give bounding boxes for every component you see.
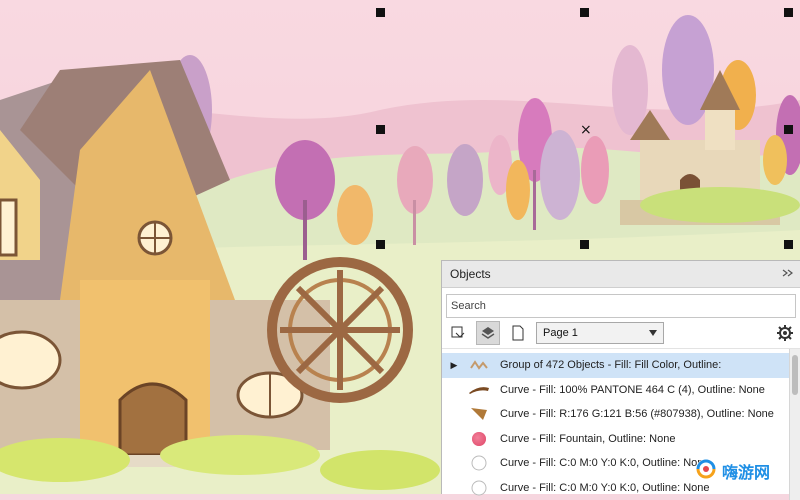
- selection-handle-middle-right[interactable]: [784, 125, 793, 134]
- list-item[interactable]: Curve - Fill: R:176 G:121 B:56 (#807938)…: [442, 402, 800, 427]
- gear-icon[interactable]: [774, 322, 796, 344]
- white-circle-thumb-icon: [466, 454, 492, 472]
- chevron-down-icon: [649, 327, 657, 339]
- pink-circle-thumb-icon: [466, 430, 492, 448]
- selection-handle-top-left[interactable]: [376, 8, 385, 17]
- page-dropdown-value: Page 1: [543, 327, 578, 339]
- scrollbar-thumb[interactable]: [792, 355, 798, 395]
- page-dropdown[interactable]: Page 1: [536, 322, 664, 344]
- group-thumb-icon: [466, 356, 492, 374]
- list-item-label: Curve - Fill: Fountain, Outline: None: [500, 433, 675, 445]
- white-circle-thumb-icon: [466, 479, 492, 497]
- search-placeholder: Search: [451, 300, 486, 312]
- objects-panel-header: Objects: [442, 261, 800, 288]
- list-item-label: Curve - Fill: C:0 M:0 Y:0 K:0, Outline: …: [500, 482, 710, 494]
- tan-shape-thumb-icon: [466, 405, 492, 423]
- selection-handle-bottom-right[interactable]: [784, 240, 793, 249]
- watermark-logo: 嗨游网: [694, 455, 800, 487]
- panel-options-icon[interactable]: [782, 268, 794, 281]
- selection-handle-bottom-center[interactable]: [580, 240, 589, 249]
- list-item[interactable]: ▶ Group of 472 Objects - Fill: Fill Colo…: [442, 353, 800, 378]
- watermark-text: 嗨游网: [722, 459, 770, 483]
- selection-handle-bottom-left[interactable]: [376, 240, 385, 249]
- page-icon[interactable]: [506, 321, 530, 345]
- water-wheel: [272, 262, 408, 398]
- selection-handle-middle-left[interactable]: [376, 125, 385, 134]
- search-input[interactable]: Search: [446, 294, 796, 318]
- list-item[interactable]: Curve - Fill: 100% PANTONE 464 C (4), Ou…: [442, 378, 800, 403]
- stack-layers-icon[interactable]: [476, 321, 500, 345]
- list-item-label: Curve - Fill: 100% PANTONE 464 C (4), Ou…: [500, 384, 765, 396]
- expand-arrow-icon[interactable]: ▶: [442, 360, 466, 371]
- selection-handle-top-right[interactable]: [784, 8, 793, 17]
- layers-icon[interactable]: [446, 321, 470, 345]
- selection-handle-top-center[interactable]: [580, 8, 589, 17]
- list-item[interactable]: Curve - Fill: Fountain, Outline: None: [442, 427, 800, 452]
- list-item-label: Curve - Fill: C:0 M:0 Y:0 K:0, Outline: …: [500, 457, 710, 469]
- brown-curve-thumb-icon: [466, 381, 492, 399]
- list-item-label: Curve - Fill: R:176 G:121 B:56 (#807938)…: [500, 408, 774, 420]
- selection-center-marker[interactable]: ×: [580, 123, 592, 137]
- objects-panel-title: Objects: [450, 267, 491, 281]
- objects-toolbar: Page 1: [442, 318, 800, 349]
- watermark-swirl-icon: [694, 457, 718, 486]
- list-item-label: Group of 472 Objects - Fill: Fill Color,…: [500, 359, 721, 371]
